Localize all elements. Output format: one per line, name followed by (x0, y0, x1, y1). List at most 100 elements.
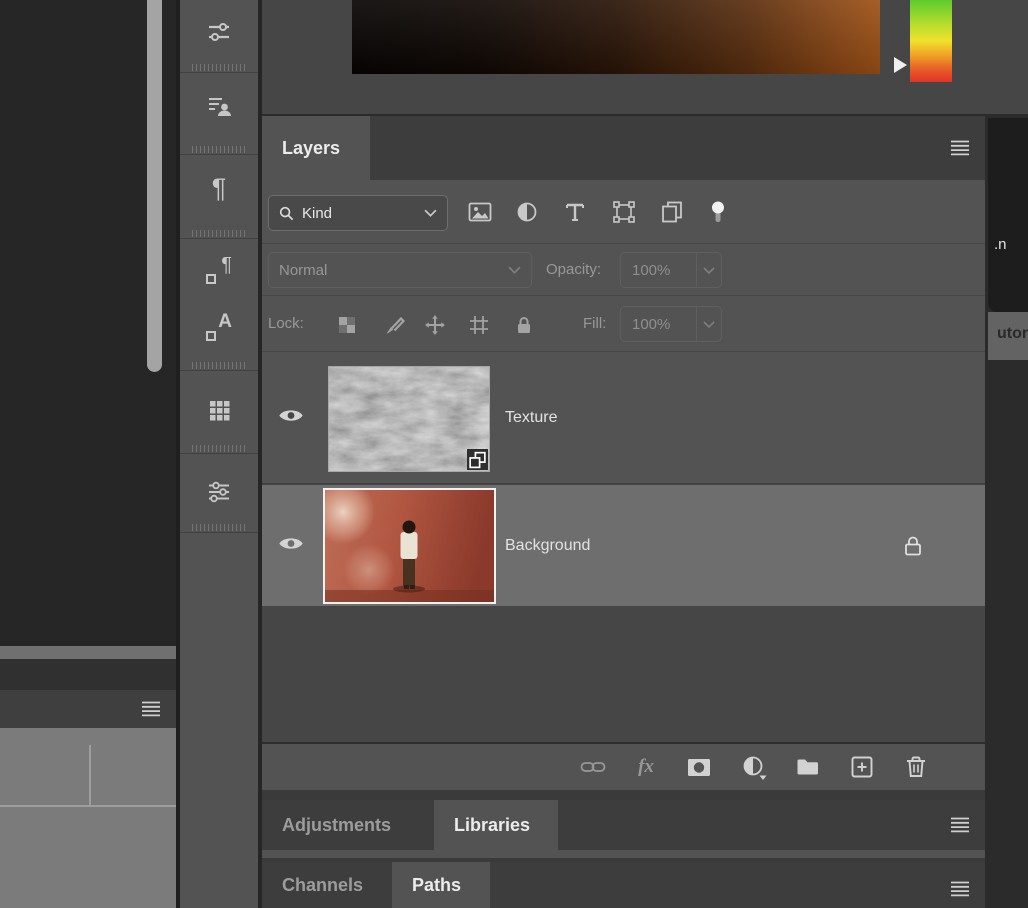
tab-paths[interactable]: Paths (392, 862, 490, 908)
layer-thumbnail[interactable] (328, 366, 490, 472)
new-adjustment-layer-icon[interactable] (741, 754, 767, 780)
opacity-label: Opacity: (546, 261, 601, 278)
style-box (206, 331, 216, 341)
panel-gap (0, 659, 176, 690)
layers-list: Texture (262, 352, 985, 742)
blend-mode-select[interactable]: Normal (268, 252, 532, 288)
chevron-down-icon (424, 209, 437, 217)
dock-gripper (180, 64, 258, 73)
left-panel-header (0, 690, 176, 728)
libraries-panel-edge (262, 850, 985, 858)
search-icon (279, 206, 294, 221)
layer-row-texture[interactable]: Texture (262, 352, 985, 484)
chevron-down-icon[interactable] (696, 307, 721, 341)
clipped-text-fragment: utor (997, 325, 1028, 343)
fill-input[interactable]: 100% (620, 306, 722, 342)
gradient-preview[interactable] (352, 0, 880, 74)
layer-filter-row: Kind (262, 180, 985, 244)
panel-menu-icon[interactable] (949, 817, 973, 835)
layer-thumbnail[interactable] (323, 488, 496, 604)
smart-object-badge (467, 449, 488, 470)
dock-gripper (180, 524, 258, 533)
visibility-eye-icon[interactable] (278, 407, 308, 429)
blend-mode-value: Normal (279, 262, 327, 279)
tab-label: Adjustments (282, 815, 391, 836)
character-glyph: A (218, 311, 232, 333)
new-layer-icon[interactable] (849, 754, 875, 780)
character-styles-panel-icon[interactable]: A (204, 313, 234, 343)
fx-label: fx (638, 756, 654, 778)
pilcrow-box-icon: ¶ (204, 256, 234, 286)
character-box-icon: A (204, 313, 234, 343)
chevron-down-icon[interactable] (696, 253, 721, 287)
pilcrow-glyph: ¶ (221, 254, 232, 277)
lock-label: Lock: (268, 315, 304, 332)
lock-artboard-icon[interactable] (467, 313, 491, 337)
properties-panel-icon[interactable] (204, 477, 234, 507)
layer-name: Background (505, 537, 590, 555)
shape-layer-filter-icon[interactable] (611, 199, 637, 225)
cell-divider (89, 745, 91, 805)
layer-filter-kind-select[interactable]: Kind (268, 195, 448, 231)
lock-position-move-icon[interactable] (423, 313, 447, 337)
layer-style-fx-icon[interactable]: fx (633, 754, 659, 780)
layer-filter-toggle[interactable] (705, 199, 731, 225)
scrollbar-thumb[interactable] (147, 0, 162, 372)
tab-channels[interactable]: Channels (262, 862, 392, 908)
visibility-eye-icon[interactable] (278, 535, 308, 557)
photoshop-workspace: ¶ ¶ A Laye (0, 0, 1028, 908)
smart-object-filter-icon[interactable] (659, 199, 685, 225)
fill-label: Fill: (583, 315, 606, 332)
fill-value: 100% (621, 307, 696, 341)
mixer-panel-icon[interactable] (204, 17, 234, 47)
panel-divider (0, 646, 176, 659)
clipped-dark-panel: .n (988, 118, 1028, 312)
opacity-input[interactable]: 100% (620, 252, 722, 288)
layer-row-background[interactable]: Background (262, 485, 985, 607)
panel-dock: ¶ ¶ A (180, 0, 258, 908)
pilcrow-glyph: ¶ (212, 175, 227, 202)
layers-panel-menu-icon[interactable] (949, 140, 973, 158)
opacity-value: 100% (621, 253, 696, 287)
tab-label: Layers (282, 138, 340, 159)
adjustment-layer-filter-icon[interactable] (514, 199, 540, 225)
chevron-down-icon (508, 266, 521, 274)
type-layer-filter-icon[interactable] (562, 199, 588, 225)
cell-divider (0, 805, 176, 807)
clipped-gray-panel: utor (988, 312, 1028, 360)
lock-row: Lock: Fill: 100% (262, 296, 985, 352)
left-panel-body (0, 728, 176, 908)
right-panel-edge: .n utor (985, 116, 1028, 908)
new-group-folder-icon[interactable] (795, 754, 821, 780)
style-box (206, 274, 216, 284)
lock-transparency-icon[interactable] (335, 313, 359, 337)
paragraph-panel-icon[interactable]: ¶ (204, 173, 234, 203)
properties-panel-edge (262, 0, 1028, 116)
color-ramp[interactable] (910, 0, 952, 82)
lock-pixels-brush-icon[interactable] (383, 313, 407, 337)
panel-menu-icon[interactable] (140, 701, 164, 719)
delete-layer-trash-icon[interactable] (903, 754, 929, 780)
layers-tabbar: Layers (262, 116, 985, 180)
tabbar-channels-paths: Channels Paths (262, 862, 985, 908)
tab-adjustments[interactable]: Adjustments (262, 800, 434, 850)
dock-gripper (180, 445, 258, 454)
grid-panel-icon[interactable] (204, 394, 234, 424)
tab-label: Libraries (454, 815, 530, 836)
add-layer-mask-icon[interactable] (686, 754, 712, 780)
layers-footer-toolbar: fx (262, 742, 985, 790)
tab-label: Channels (282, 875, 363, 896)
tab-layers[interactable]: Layers (262, 116, 370, 180)
lock-all-icon[interactable] (512, 313, 536, 337)
gradient-stop-marker[interactable] (894, 57, 907, 73)
dock-gripper (180, 362, 258, 371)
paragraph-styles-panel-icon[interactable] (204, 91, 234, 121)
paragraph-styles-box-panel-icon[interactable]: ¶ (204, 256, 234, 286)
pixel-layer-filter-icon[interactable] (467, 199, 493, 225)
tab-libraries[interactable]: Libraries (434, 800, 558, 850)
dock-gripper (180, 146, 258, 155)
tab-label: Paths (412, 875, 461, 896)
layer-locked-icon (903, 535, 923, 557)
link-layers-icon[interactable] (580, 754, 606, 780)
panel-menu-icon[interactable] (949, 881, 973, 899)
